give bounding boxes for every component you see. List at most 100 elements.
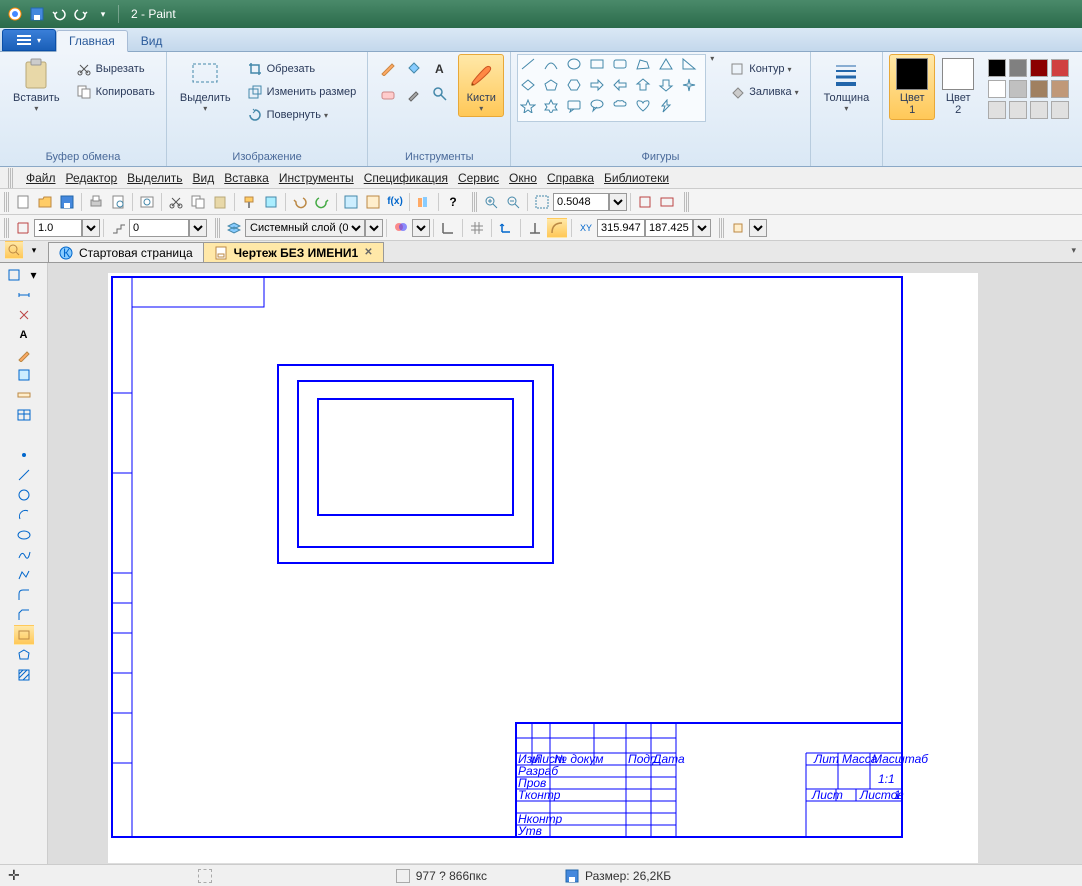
text-tool-icon[interactable]: A: [429, 57, 451, 79]
shapes-gallery[interactable]: [517, 54, 706, 122]
lightning-shape-icon[interactable]: [658, 99, 680, 119]
param-tool-icon[interactable]: [14, 365, 34, 385]
color-swatch[interactable]: [1030, 101, 1048, 119]
tab-home[interactable]: Главная: [56, 30, 128, 52]
vars-icon[interactable]: [363, 192, 383, 212]
ortho-icon[interactable]: [438, 218, 458, 238]
save-icon[interactable]: [57, 192, 77, 212]
arrow-right-icon[interactable]: [589, 78, 611, 98]
scale-select[interactable]: [82, 219, 100, 237]
zoom-all-icon[interactable]: [657, 192, 677, 212]
measure-tool-icon[interactable]: [14, 385, 34, 405]
lcs-icon[interactable]: [496, 218, 516, 238]
color-dd[interactable]: [412, 219, 430, 237]
tab-drawing[interactable]: Чертеж БЕЗ ИМЕНИ1 ✕: [203, 242, 384, 262]
geom-tool-icon[interactable]: [4, 265, 24, 285]
sidebar-toggle-icon[interactable]: [5, 241, 23, 259]
toolbar-handle[interactable]: [8, 168, 14, 188]
diamond-shape-icon[interactable]: [520, 78, 542, 98]
fx-icon[interactable]: f(x): [385, 192, 405, 212]
preview-icon[interactable]: [137, 192, 157, 212]
scale-input[interactable]: [34, 219, 82, 237]
toolbar-handle[interactable]: [719, 218, 725, 238]
color-swatch[interactable]: [1030, 59, 1048, 77]
bucket-tool-icon[interactable]: [403, 57, 425, 79]
menu-view[interactable]: Вид: [193, 171, 215, 185]
color-swatch[interactable]: [1009, 80, 1027, 98]
snap-icon[interactable]: [13, 218, 33, 238]
shapes-expand-icon[interactable]: ▾: [710, 54, 714, 63]
callout-cloud-icon[interactable]: [612, 99, 634, 119]
perpendicular-icon[interactable]: [525, 218, 545, 238]
new-icon[interactable]: [13, 192, 33, 212]
menu-help[interactable]: Справка: [547, 171, 594, 185]
tab-start-page[interactable]: К Стартовая страница: [48, 242, 204, 262]
color-swatch[interactable]: [1051, 80, 1069, 98]
star6-shape-icon[interactable]: [543, 99, 565, 119]
line-tool-icon[interactable]: [14, 465, 34, 485]
format-painter-icon[interactable]: [239, 192, 259, 212]
pentagon-shape-icon[interactable]: [543, 78, 565, 98]
menu-spec[interactable]: Спецификация: [364, 171, 448, 185]
close-tab-icon[interactable]: ✕: [364, 247, 372, 258]
roundrect-shape-icon[interactable]: [612, 57, 634, 77]
grid-icon[interactable]: [467, 218, 487, 238]
file-menu-button[interactable]: ▾: [2, 29, 56, 51]
color1-button[interactable]: Цвет 1: [889, 54, 935, 120]
zoom-window-icon[interactable]: [532, 192, 552, 212]
arrow-up-icon[interactable]: [635, 78, 657, 98]
color-swatch[interactable]: [988, 80, 1006, 98]
menu-tools[interactable]: Инструменты: [279, 171, 354, 185]
menu-libraries[interactable]: Библиотеки: [604, 171, 669, 185]
callout-round-icon[interactable]: [589, 99, 611, 119]
text-tool-icon[interactable]: A: [14, 325, 34, 345]
right-triangle-icon[interactable]: [681, 57, 703, 77]
star5-shape-icon[interactable]: [520, 99, 542, 119]
zoom-in-icon[interactable]: [481, 192, 501, 212]
symbols-tool-icon[interactable]: [14, 305, 34, 325]
zoom-value-input[interactable]: [553, 193, 609, 211]
properties-icon[interactable]: [261, 192, 281, 212]
color-filter-icon[interactable]: [391, 218, 411, 238]
cut-button[interactable]: Вырезать: [71, 58, 160, 80]
color2-button[interactable]: Цвет 2: [935, 54, 981, 120]
print-icon[interactable]: [86, 192, 106, 212]
coord-y-input[interactable]: [645, 219, 693, 237]
polyline-tool-icon[interactable]: [14, 565, 34, 585]
step-select[interactable]: [189, 219, 207, 237]
menu-insert[interactable]: Вставка: [224, 171, 269, 185]
rect-shape-icon[interactable]: [589, 57, 611, 77]
rotate-button[interactable]: Повернуть ▾: [242, 104, 362, 126]
redo-icon[interactable]: [72, 5, 90, 23]
color-swatch[interactable]: [1051, 101, 1069, 119]
zoom-out-icon[interactable]: [503, 192, 523, 212]
menu-service[interactable]: Сервис: [458, 171, 499, 185]
save-icon[interactable]: [28, 5, 46, 23]
toolbar-handle[interactable]: [684, 192, 690, 212]
coord-dd[interactable]: [693, 219, 711, 237]
attach-dd[interactable]: [749, 219, 767, 237]
resize-button[interactable]: Изменить размер: [242, 81, 362, 103]
help-icon[interactable]: ?: [443, 192, 463, 212]
undo-icon[interactable]: [290, 192, 310, 212]
paste-button[interactable]: Вставить ▾: [6, 54, 67, 117]
star4-shape-icon[interactable]: [681, 78, 703, 98]
edit-tool-icon[interactable]: [14, 345, 34, 365]
dim-tool-icon[interactable]: [14, 285, 34, 305]
chamfer-tool-icon[interactable]: [14, 605, 34, 625]
xy-icon[interactable]: XY: [576, 218, 596, 238]
hatch-tool-icon[interactable]: [14, 665, 34, 685]
circle-tool-icon[interactable]: [14, 485, 34, 505]
hexagon-shape-icon[interactable]: [566, 78, 588, 98]
color-swatch[interactable]: [988, 59, 1006, 77]
arc-tool-icon[interactable]: [14, 505, 34, 525]
zoom-fit-icon[interactable]: [635, 192, 655, 212]
color-swatch[interactable]: [1051, 59, 1069, 77]
toolbar-handle[interactable]: [4, 192, 10, 212]
sidebar-toggle2-icon[interactable]: ▾: [25, 241, 43, 259]
copy-icon[interactable]: [188, 192, 208, 212]
open-icon[interactable]: [35, 192, 55, 212]
zoom-select[interactable]: [609, 193, 627, 211]
layers-icon[interactable]: [224, 218, 244, 238]
fill-button[interactable]: Заливка ▾: [724, 81, 803, 103]
